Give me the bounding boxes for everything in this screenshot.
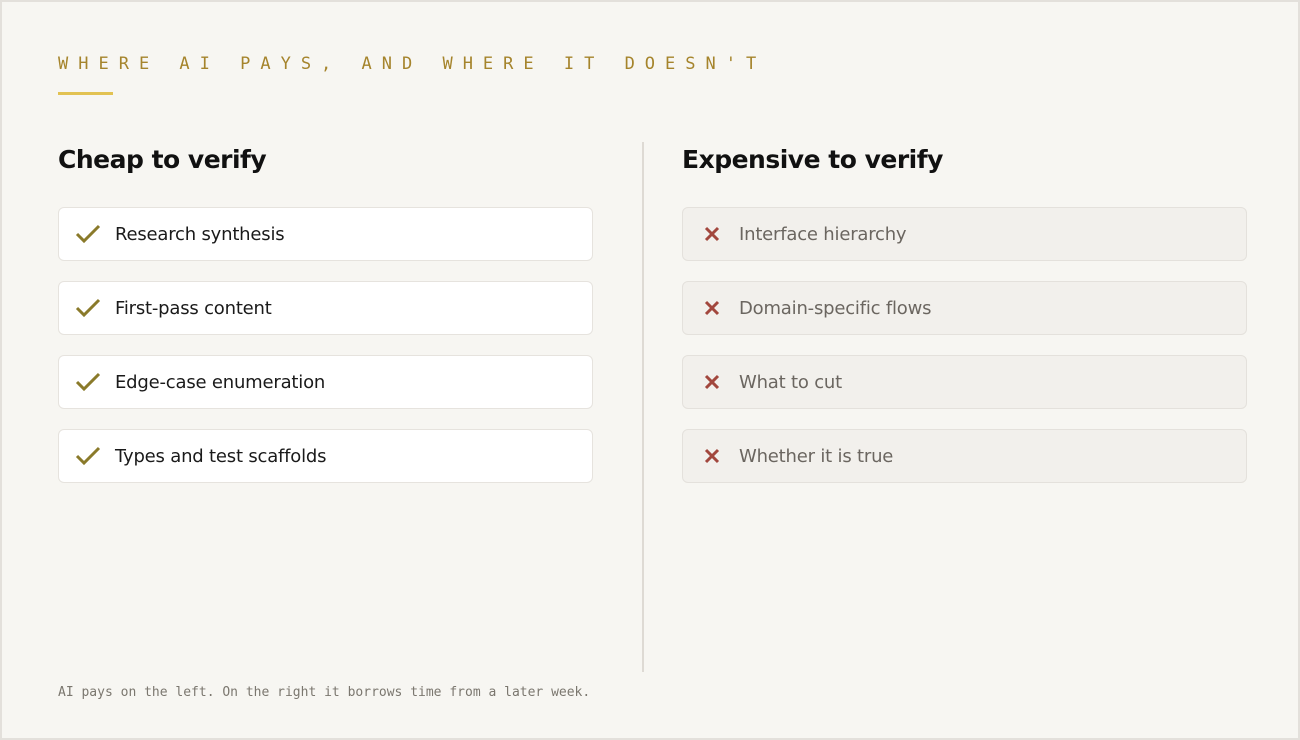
item-label: Research synthesis: [115, 223, 285, 245]
item-label: First-pass content: [115, 297, 272, 319]
item-label: Types and test scaffolds: [115, 445, 327, 467]
x-icon: [699, 369, 725, 395]
list-item: Types and test scaffolds: [58, 429, 593, 483]
cheap-to-verify-column: Cheap to verify Research synthesis First…: [58, 142, 593, 503]
list-item: What to cut: [682, 355, 1247, 409]
item-label: Interface hierarchy: [739, 223, 907, 245]
eyebrow-heading: WHERE AI PAYS, AND WHERE IT DOESN'T: [58, 54, 767, 74]
list-item: Edge-case enumeration: [58, 355, 593, 409]
list-item: Domain-specific flows: [682, 281, 1247, 335]
column-title-cheap: Cheap to verify: [58, 145, 267, 174]
check-icon: [75, 369, 101, 395]
slide: WHERE AI PAYS, AND WHERE IT DOESN'T Chea…: [0, 0, 1300, 740]
x-icon: [699, 443, 725, 469]
item-label: What to cut: [739, 371, 842, 393]
item-label: Whether it is true: [739, 445, 894, 467]
footnote: AI pays on the left. On the right it bor…: [58, 685, 591, 700]
check-icon: [75, 221, 101, 247]
expensive-to-verify-column: Expensive to verify Interface hierarchy …: [682, 142, 1247, 503]
check-icon: [75, 443, 101, 469]
column-divider: [642, 142, 644, 672]
item-label: Edge-case enumeration: [115, 371, 326, 393]
x-icon: [699, 221, 725, 247]
cheap-items-list: Research synthesis First-pass content Ed…: [58, 207, 593, 483]
expensive-items-list: Interface hierarchy Domain-specific flow…: [682, 207, 1247, 483]
column-title-expensive: Expensive to verify: [682, 145, 943, 174]
check-icon: [75, 295, 101, 321]
x-icon: [699, 295, 725, 321]
list-item: Whether it is true: [682, 429, 1247, 483]
item-label: Domain-specific flows: [739, 297, 932, 319]
list-item: First-pass content: [58, 281, 593, 335]
list-item: Research synthesis: [58, 207, 593, 261]
list-item: Interface hierarchy: [682, 207, 1247, 261]
eyebrow-accent-rule: [58, 92, 113, 95]
